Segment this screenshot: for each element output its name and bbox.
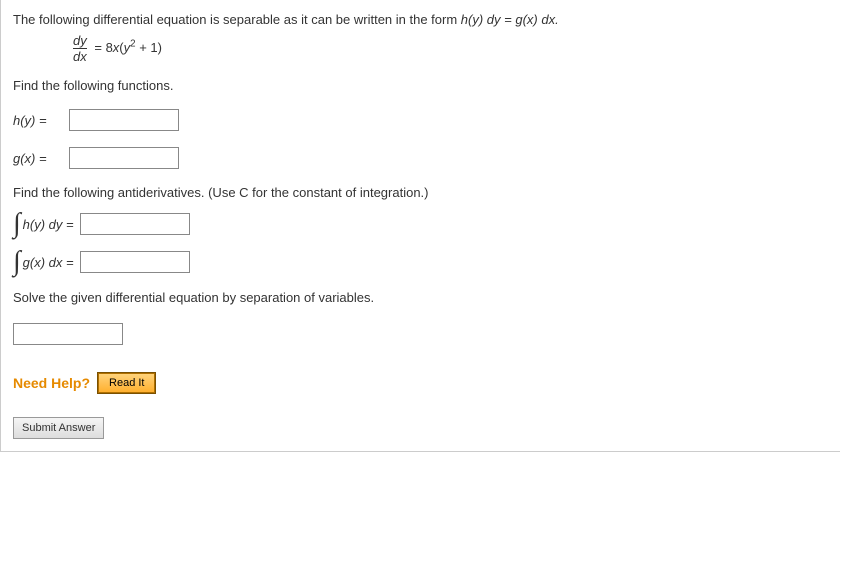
solve-row [13,315,828,345]
intro-text: The following differential equation is s… [13,12,828,27]
eq-rhs-post: + 1) [136,40,162,55]
hy-input[interactable] [69,109,179,131]
integral-hy-label: h(y) dy = [23,217,74,232]
need-help-section: Need Help? Read It [13,373,828,393]
integral-icon: ∫ [13,210,21,238]
hy-row: h(y) = [13,109,828,131]
question-container: The following differential equation is s… [0,0,840,452]
need-help-label: Need Help? [13,375,90,391]
integral-gx-label: g(x) dx = [23,255,74,270]
given-equation: dy dx = 8x(y2 + 1) [73,33,828,64]
intro-prefix: The following differential equation is s… [13,12,461,27]
read-it-button[interactable]: Read It [98,373,155,393]
integral-gx-input[interactable] [80,251,190,273]
submit-answer-button[interactable]: Submit Answer [13,417,104,439]
integral-icon: ∫ [13,248,21,276]
fraction-numerator: dy [73,33,87,48]
eq-rhs-pre: = 8 [94,40,112,55]
gx-row: g(x) = [13,147,828,169]
integral-hy-input[interactable] [80,213,190,235]
fraction-denominator: dx [73,48,87,64]
hy-label: h(y) = [13,113,69,128]
submit-row: Submit Answer [13,417,828,439]
solve-heading: Solve the given differential equation by… [13,290,828,305]
gx-input[interactable] [69,147,179,169]
fraction-dy-dx: dy dx [73,33,87,64]
integral-hy-row: ∫ h(y) dy = [13,210,828,238]
integral-gx-row: ∫ g(x) dx = [13,248,828,276]
gx-label: g(x) = [13,151,69,166]
solve-input[interactable] [13,323,123,345]
intro-form: h(y) dy = g(x) dx. [461,12,559,27]
find-functions-heading: Find the following functions. [13,78,828,93]
find-antiderivatives-heading: Find the following antiderivatives. (Use… [13,185,828,200]
